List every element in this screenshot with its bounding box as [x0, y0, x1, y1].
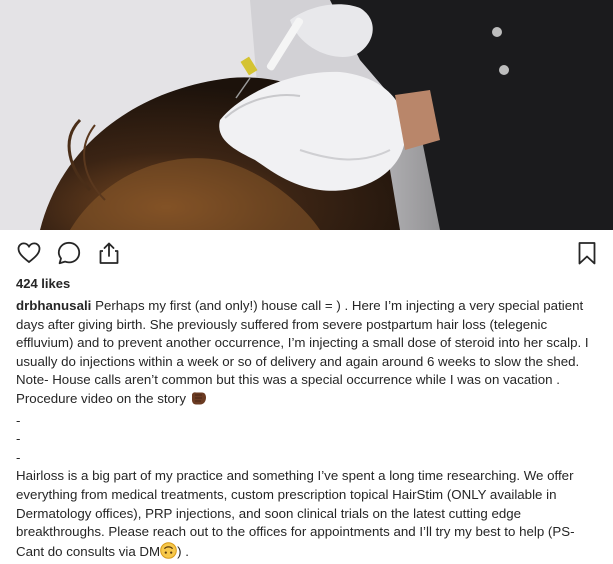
caption-username[interactable]: drbhanusali — [16, 298, 91, 313]
post-caption: drbhanusali Perhaps my first (and only!)… — [16, 297, 600, 564]
like-count[interactable]: 424 likes — [16, 276, 70, 291]
scalp-injection-illustration — [0, 0, 613, 230]
post-photo[interactable] — [0, 0, 613, 230]
post-action-bar — [0, 230, 613, 278]
caption-paragraph-1: drbhanusali Perhaps my first (and only!)… — [16, 297, 600, 412]
caption-text-1: Perhaps my first (and only!) house call … — [16, 298, 589, 406]
share-upload-icon[interactable] — [96, 240, 124, 268]
caption-dash-1: - — [16, 412, 21, 428]
caption-dash-2: - — [16, 431, 21, 447]
heart-outline-icon[interactable] — [16, 240, 44, 268]
caption-text-2-end: ) . — [177, 543, 189, 559]
caption-text-2: Hairloss is a big part of my practice an… — [16, 468, 575, 559]
fist-bump-emoji-icon — [190, 391, 207, 412]
caption-paragraph-2: Hairloss is a big part of my practice an… — [16, 467, 600, 564]
comment-bubble-icon[interactable] — [56, 240, 84, 268]
caption-dash-3: - — [16, 449, 21, 465]
bookmark-outline-icon[interactable] — [574, 240, 602, 268]
